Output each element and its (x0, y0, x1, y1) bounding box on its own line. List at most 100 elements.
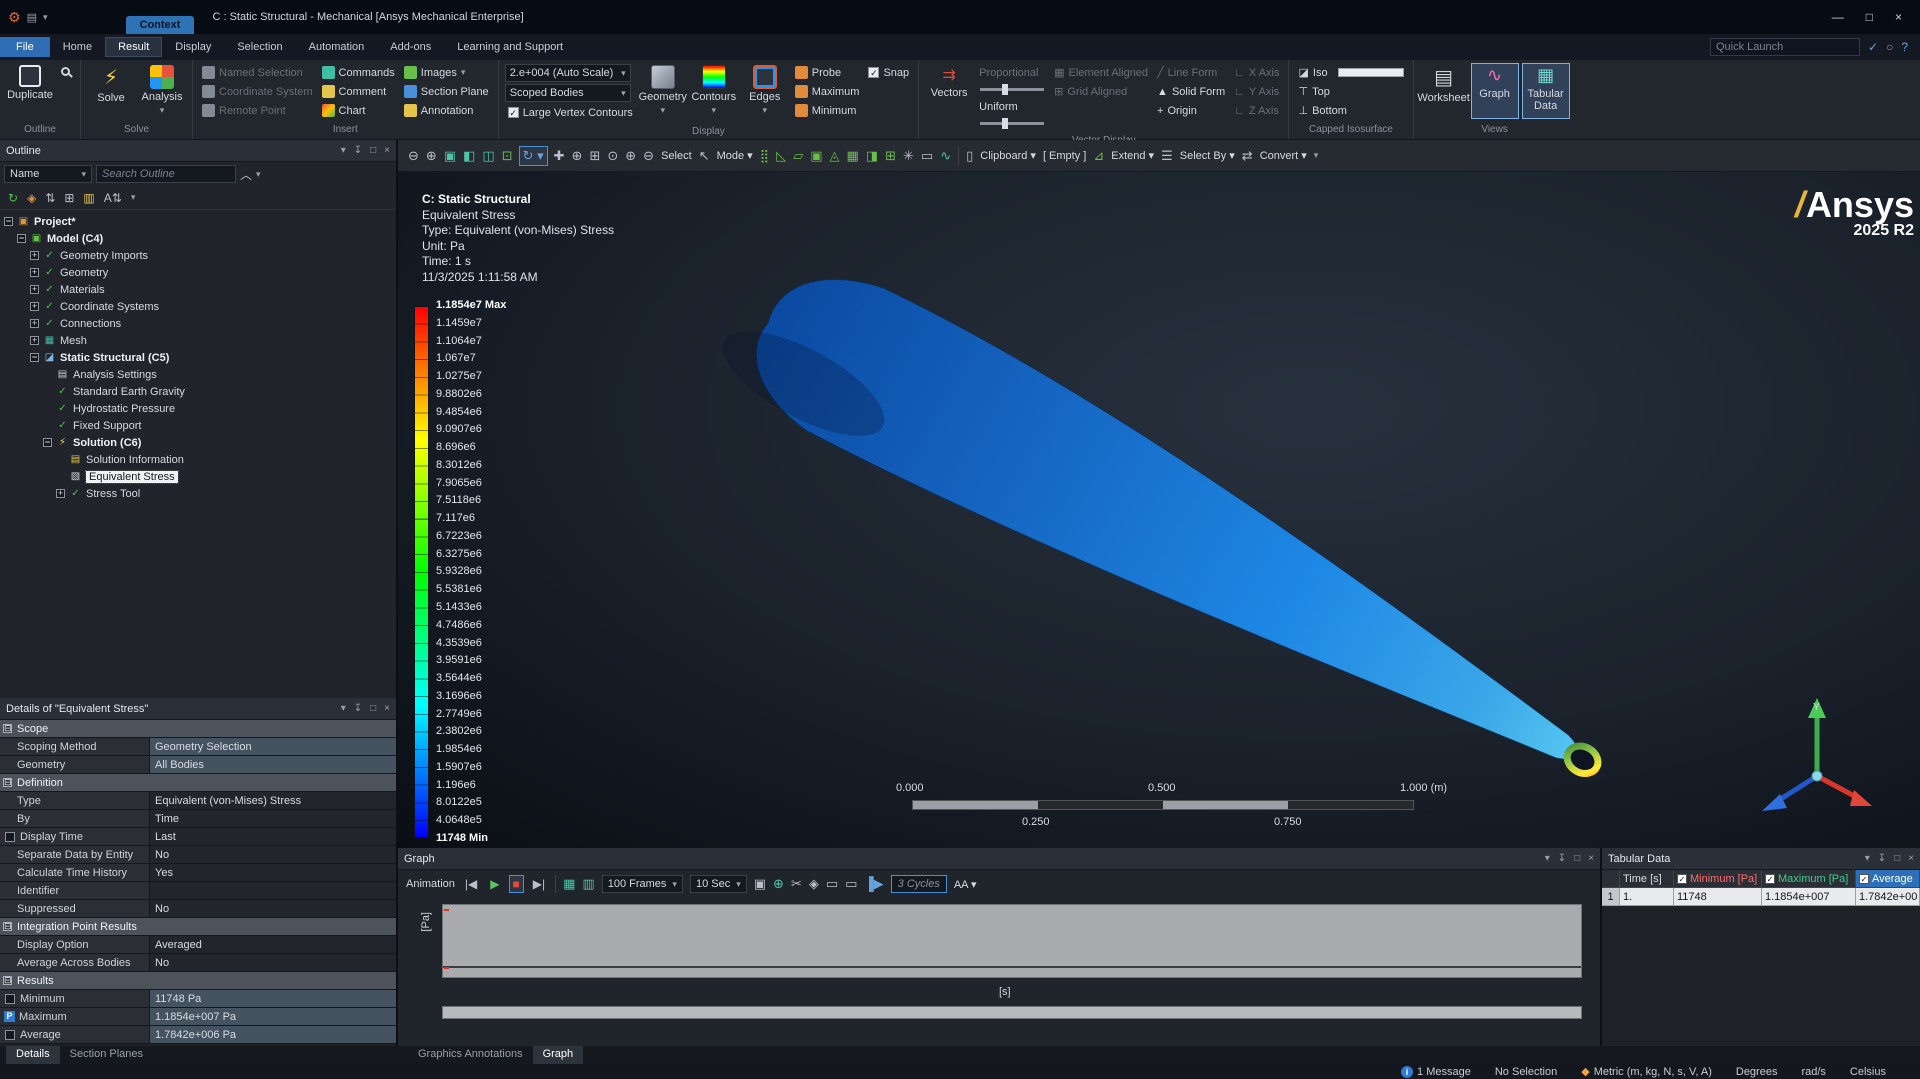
verify-icon[interactable]: ✓ (1868, 40, 1878, 54)
remote-point-button[interactable]: Remote Point (199, 101, 316, 120)
graphics-viewport[interactable]: C: Static Structural Equivalent Stress T… (398, 172, 1920, 848)
graph-plot-area[interactable] (442, 904, 1582, 978)
tab-section-planes[interactable]: Section Planes (60, 1046, 153, 1064)
collapse-search-icon[interactable]: ︿ (240, 166, 252, 183)
pin-icon[interactable]: ↧ (1558, 853, 1566, 864)
tree-item-coordinate-systems[interactable]: +✓Coordinate Systems (0, 298, 396, 315)
details-value[interactable]: Averaged (150, 936, 396, 953)
tabular-cell[interactable]: 1.1854e+007 (1762, 888, 1856, 906)
tab-details[interactable]: Details (6, 1046, 60, 1064)
details-section-definition[interactable]: ⊟Definition (0, 774, 396, 792)
details-value[interactable]: 11748 Pa (150, 990, 396, 1007)
zoom-tool-icon[interactable]: ⊕ (572, 148, 583, 164)
minus-expander-icon[interactable]: ⊟ (3, 778, 12, 787)
edges-button[interactable]: Edges▾ (741, 63, 789, 119)
named-selection-button[interactable]: Named Selection (199, 63, 316, 82)
tree-item-static-structural-c5[interactable]: −◪Static Structural (C5) (0, 349, 396, 366)
proportional-slider[interactable] (980, 88, 1044, 91)
minus-expander-icon[interactable]: − (30, 353, 39, 362)
section-plane-button[interactable]: Section Plane (401, 82, 492, 101)
account-icon[interactable]: ○ (1886, 40, 1893, 54)
body-filter-icon[interactable]: ▣ (810, 148, 822, 164)
worksheet-button[interactable]: ▤ Worksheet (1420, 63, 1468, 119)
grid-aligned-button[interactable]: ⊞Grid Aligned (1051, 82, 1151, 101)
details-section-results[interactable]: ⊟Results (0, 972, 396, 990)
bottom-button[interactable]: ⊥Bottom (1295, 101, 1406, 120)
element-filter-icon[interactable]: ▦ (847, 148, 859, 164)
refresh-icon[interactable]: ↻ (8, 191, 18, 205)
tree-item-solution-information[interactable]: ▤Solution Information (0, 451, 396, 468)
units-status[interactable]: ◆Metric (m, kg, N, s, V, A) (1581, 1065, 1712, 1078)
frames-dropdown[interactable]: 100 Frames▾ (602, 875, 683, 893)
checkbox-checked-icon[interactable]: ✓ (1765, 874, 1775, 884)
tree-item-standard-earth-gravity[interactable]: ✓Standard Earth Gravity (0, 383, 396, 400)
tabular-data-view-button[interactable]: ▦ Tabular Data (1522, 63, 1570, 119)
plus-expander-icon[interactable]: + (30, 319, 39, 328)
menu-tab-file[interactable]: File (0, 37, 50, 57)
details-value[interactable]: No (150, 954, 396, 971)
large-vertex-contours-checkbox[interactable]: ✓Large Vertex Contours (505, 103, 636, 122)
tab-graphics-annotations[interactable]: Graphics Annotations (408, 1046, 533, 1064)
plus-expander-icon[interactable]: + (30, 268, 39, 277)
skip-to-start-button[interactable]: |◀ (462, 876, 480, 892)
chevron-down-icon[interactable]: ▾ (43, 12, 48, 23)
tree-item-equivalent-stress[interactable]: ▧Equivalent Stress (0, 468, 396, 485)
tabular-cell[interactable]: 11748 (1674, 888, 1762, 906)
isometric-view-icon[interactable]: ▣ (444, 148, 456, 164)
x-axis-arrow[interactable] (1850, 790, 1872, 806)
clipboard-dropdown[interactable]: Clipboard ▾ (980, 149, 1036, 162)
minimize-button[interactable]: — (1832, 10, 1844, 24)
mesh-select-icon[interactable]: ⊞ (885, 148, 896, 164)
element-aligned-button[interactable]: ▦Element Aligned (1051, 63, 1151, 82)
tree-item-fixed-support[interactable]: ✓Fixed Support (0, 417, 396, 434)
details-value[interactable]: No (150, 846, 396, 863)
view-cube-icon[interactable]: ◫ (482, 148, 494, 164)
look-at-face-icon[interactable]: ◧ (463, 148, 475, 164)
plus-expander-icon[interactable]: + (30, 285, 39, 294)
chart-line-icon[interactable]: ∿ (940, 148, 951, 164)
parameter-checkbox-icon[interactable] (5, 1030, 15, 1040)
close-icon[interactable]: × (1908, 853, 1914, 864)
vectors-button[interactable]: ⇉ Vectors (925, 63, 973, 119)
tree-item-stress-tool[interactable]: +✓Stress Tool (0, 485, 396, 502)
export-csv-icon[interactable]: ▭ (845, 876, 857, 892)
rotate-tool-icon[interactable]: ↻ ▾ (520, 147, 547, 165)
tree-item-model-c4[interactable]: −▣Model (C4) (0, 230, 396, 247)
find-icon[interactable] (61, 67, 70, 76)
probe-button[interactable]: Probe (792, 63, 863, 82)
close-icon[interactable]: × (384, 703, 390, 714)
tab-graph[interactable]: Graph (533, 1046, 584, 1064)
maximum-button[interactable]: Maximum (792, 82, 863, 101)
float-icon[interactable]: □ (370, 145, 376, 156)
more-tools-icon[interactable]: ▾ (1314, 150, 1319, 161)
pan-tool-icon[interactable]: ✚ (554, 148, 565, 164)
pin-icon[interactable]: ↧ (354, 145, 362, 156)
x-axis-button[interactable]: ∟X Axis (1231, 63, 1282, 82)
chevron-down-icon[interactable]: ▾ (256, 169, 261, 180)
expand-all-icon[interactable]: ⊞ (64, 191, 74, 205)
parameter-checkbox-icon[interactable] (5, 832, 15, 842)
details-value[interactable]: 1.1854e+007 Pa (150, 1008, 396, 1025)
edge-filter-icon[interactable]: ◺ (776, 148, 786, 164)
vertex-filter-icon[interactable]: ⣿ (760, 148, 770, 164)
tree-item-hydrostatic-pressure[interactable]: ✓Hydrostatic Pressure (0, 400, 396, 417)
angular-velocity-units-status[interactable]: rad/s (1801, 1066, 1825, 1078)
z-axis-button[interactable]: ∟Z Axis (1231, 101, 1282, 120)
update-contours-icon[interactable]: ◈ (809, 876, 819, 892)
export-image-icon[interactable]: ▭ (826, 876, 838, 892)
face-filter-icon[interactable]: ▱ (793, 148, 803, 164)
messages-status[interactable]: i1 Message (1401, 1066, 1471, 1078)
plus-expander-icon[interactable]: + (30, 251, 39, 260)
duplicate-button[interactable]: Duplicate (6, 63, 54, 119)
filter-type-dropdown[interactable]: Name▾ (4, 165, 92, 183)
chevron-down-icon[interactable]: ▾ (341, 145, 346, 156)
tree-item-project[interactable]: −▣Project* (0, 213, 396, 230)
convert-dropdown[interactable]: Convert ▾ (1260, 149, 1307, 162)
tree-item-geometry-imports[interactable]: +✓Geometry Imports (0, 247, 396, 264)
tabular-col-minimum-pa[interactable]: ✓Minimum [Pa] (1674, 870, 1762, 888)
details-value[interactable]: 1.7842e+006 Pa (150, 1026, 396, 1043)
scoped-bodies-dropdown[interactable]: Scoped Bodies▾ (505, 84, 631, 102)
tree-item-solution-c6[interactable]: −⚡Solution (C6) (0, 434, 396, 451)
aa-dropdown[interactable]: AA ▾ (954, 878, 977, 891)
menu-tab-add-ons[interactable]: Add-ons (377, 37, 444, 57)
